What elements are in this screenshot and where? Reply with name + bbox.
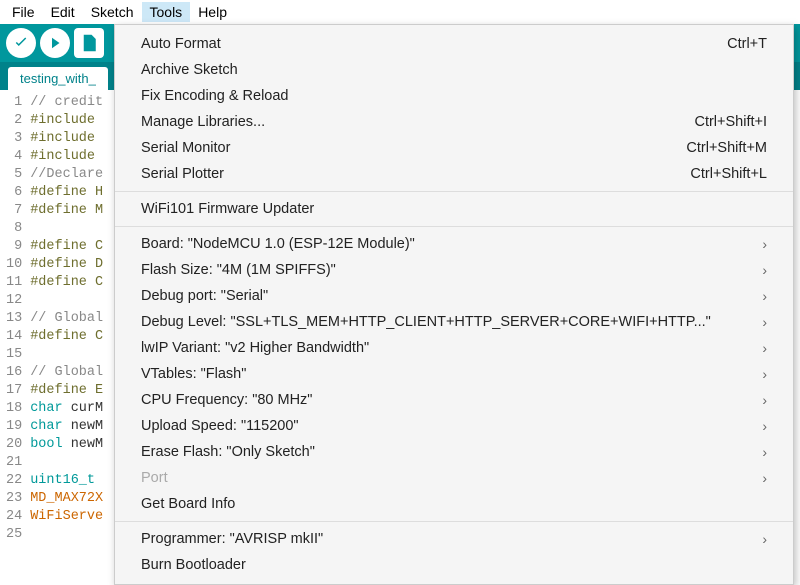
menu-item[interactable]: CPU Frequency: "80 MHz" › [115,387,793,413]
menu-item[interactable]: Erase Flash: "Only Sketch" › [115,439,793,465]
file-icon [80,34,98,52]
chevron-right-icon: › [762,416,767,436]
chevron-right-icon: › [762,260,767,280]
menu-item-label: Archive Sketch [141,60,238,80]
menu-item[interactable]: Debug Level: "SSL+TLS_MEM+HTTP_CLIENT+HT… [115,309,793,335]
menu-item-label: Auto Format [141,34,221,54]
line-gutter: 1234567891011121314151617181920212223242… [0,94,30,544]
menu-item-label: Serial Monitor [141,138,230,158]
menu-item[interactable]: Debug port: "Serial" › [115,283,793,309]
menu-item[interactable]: Serial Plotter Ctrl+Shift+L [115,161,793,187]
tools-dropdown: Auto Format Ctrl+T Archive Sketch Fix Encod… [114,24,794,585]
menu-edit[interactable]: Edit [43,2,83,22]
chevron-right-icon: › [762,234,767,254]
menu-item[interactable]: Fix Encoding & Reload [115,83,793,109]
chevron-right-icon: › [762,442,767,462]
menu-item-label: Board: "NodeMCU 1.0 (ESP-12E Module)" [141,234,415,254]
menu-item-label: VTables: "Flash" [141,364,246,384]
menu-separator [115,521,793,522]
chevron-right-icon: › [762,529,767,549]
menu-item[interactable]: Board: "NodeMCU 1.0 (ESP-12E Module)" › [115,231,793,257]
menu-item[interactable]: Programmer: "AVRISP mkII" › [115,526,793,552]
sketch-tab[interactable]: testing_with_ [8,67,108,90]
menu-item[interactable]: WiFi101 Firmware Updater [115,196,793,222]
menubar: File Edit Sketch Tools Help [0,0,800,24]
menu-item-label: Erase Flash: "Only Sketch" [141,442,315,462]
menu-item-label: Fix Encoding & Reload [141,86,289,106]
menu-item-shortcut: Ctrl+Shift+I [694,112,767,132]
menu-tools[interactable]: Tools [142,2,191,22]
menu-item-shortcut: Ctrl+Shift+L [690,164,767,184]
menu-separator [115,226,793,227]
menu-item[interactable]: Manage Libraries... Ctrl+Shift+I [115,109,793,135]
menu-item-label: Manage Libraries... [141,112,265,132]
check-icon [12,34,30,52]
menu-item[interactable]: VTables: "Flash" › [115,361,793,387]
menu-separator [115,191,793,192]
menu-item-label: Upload Speed: "115200" [141,416,299,436]
menu-item-label: Get Board Info [141,494,235,514]
chevron-right-icon: › [762,312,767,332]
menu-file[interactable]: File [4,2,43,22]
chevron-right-icon: › [762,286,767,306]
menu-item-label: Burn Bootloader [141,555,246,575]
menu-item-label: Debug Level: "SSL+TLS_MEM+HTTP_CLIENT+HT… [141,312,711,332]
menu-item[interactable]: Archive Sketch [115,57,793,83]
chevron-right-icon: › [762,338,767,358]
menu-item-label: Port [141,468,168,488]
menu-item-label: Serial Plotter [141,164,224,184]
menu-item[interactable]: Serial Monitor Ctrl+Shift+M [115,135,793,161]
menu-item-label: Flash Size: "4M (1M SPIFFS)" [141,260,336,280]
menu-item-shortcut: Ctrl+Shift+M [686,138,767,158]
code-content: // credit#include #include #include //De… [30,94,103,544]
menu-item-label: WiFi101 Firmware Updater [141,199,314,219]
new-sketch-button[interactable] [74,28,104,58]
menu-item-label: Programmer: "AVRISP mkII" [141,529,323,549]
menu-item[interactable]: Auto Format Ctrl+T [115,31,793,57]
menu-item[interactable]: lwIP Variant: "v2 Higher Bandwidth" › [115,335,793,361]
menu-item[interactable]: Get Board Info [115,491,793,517]
menu-item: Port › [115,465,793,491]
chevron-right-icon: › [762,390,767,410]
upload-button[interactable] [40,28,70,58]
chevron-right-icon: › [762,364,767,384]
menu-item-shortcut: Ctrl+T [727,34,767,54]
menu-item-label: Debug port: "Serial" [141,286,268,306]
menu-help[interactable]: Help [190,2,235,22]
menu-item[interactable]: Flash Size: "4M (1M SPIFFS)" › [115,257,793,283]
menu-item-label: lwIP Variant: "v2 Higher Bandwidth" [141,338,369,358]
arrow-right-icon [46,34,64,52]
menu-sketch[interactable]: Sketch [83,2,142,22]
verify-button[interactable] [6,28,36,58]
chevron-right-icon: › [762,468,767,488]
menu-item[interactable]: Upload Speed: "115200" › [115,413,793,439]
menu-item-label: CPU Frequency: "80 MHz" [141,390,312,410]
menu-item[interactable]: Burn Bootloader [115,552,793,578]
